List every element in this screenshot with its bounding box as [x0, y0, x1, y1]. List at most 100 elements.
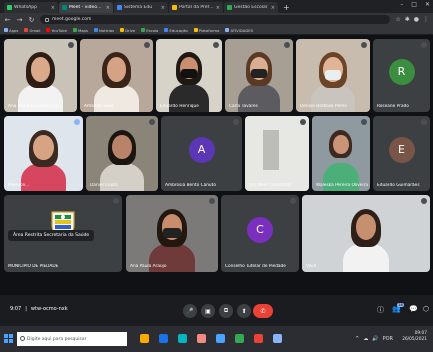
- participant-tile[interactable]: E Eduardo Guimarães: [373, 116, 430, 191]
- pin-icon[interactable]: [74, 119, 80, 125]
- participant-tile[interactable]: A Ambrosia Bento Canuto: [161, 116, 242, 191]
- mic-icon: 🎤: [186, 307, 194, 315]
- pin-icon[interactable]: [113, 198, 119, 204]
- leave-call-button[interactable]: ✆: [253, 304, 273, 318]
- taskbar-app-icon[interactable]: [216, 334, 225, 343]
- bookmark-item[interactable]: Notícias: [93, 28, 114, 33]
- pin-icon[interactable]: [233, 119, 239, 125]
- participant-name: Você: [306, 264, 317, 269]
- participant-name: Carla Tavares: [229, 104, 258, 109]
- bookmark-item[interactable]: ATIVIDADES: [225, 28, 253, 33]
- pin-icon[interactable]: [144, 42, 150, 48]
- people-icon[interactable]: 👥 16: [392, 303, 404, 313]
- bookmark-item[interactable]: YouTube: [46, 28, 67, 33]
- video-feed: [86, 116, 158, 191]
- taskbar-app-icon[interactable]: [254, 334, 263, 343]
- tray-icon[interactable]: ☁: [363, 336, 368, 342]
- back-icon[interactable]: ←: [4, 16, 11, 24]
- bookmark-item[interactable]: Gmail: [24, 28, 40, 33]
- bookmark-item[interactable]: Escola: [141, 28, 158, 33]
- pin-icon[interactable]: [209, 198, 215, 204]
- captions-button[interactable]: ⧉: [219, 304, 233, 318]
- pin-icon[interactable]: [361, 42, 367, 48]
- tab-close-icon[interactable]: ×: [216, 5, 220, 11]
- browser-tab[interactable]: Sistema Edu ×: [114, 2, 168, 13]
- browser-tab[interactable]: Meet - videochamada×: [59, 2, 113, 13]
- end-call-icon: ✆: [260, 307, 266, 315]
- profile-icon[interactable]: ●: [414, 16, 419, 23]
- browser-tab[interactable]: WhatsApp ×: [4, 2, 58, 13]
- tab-close-icon[interactable]: ×: [161, 5, 165, 11]
- taskbar-app-icon[interactable]: [273, 334, 282, 343]
- bookmark-item[interactable]: Apps: [4, 28, 18, 33]
- participant-tile[interactable]: LUCIMAR TEODORO: [245, 116, 309, 191]
- pin-icon[interactable]: [213, 42, 219, 48]
- participant-tile[interactable]: Amanda Silva: [80, 39, 153, 112]
- bookmark-item[interactable]: Educação: [164, 28, 188, 33]
- bookmark-icon: [4, 28, 8, 32]
- forward-icon[interactable]: →: [16, 16, 23, 24]
- menu-icon[interactable]: ⋮: [423, 16, 429, 23]
- pin-icon[interactable]: [421, 198, 427, 204]
- tab-close-icon[interactable]: ×: [51, 5, 55, 11]
- pin-icon[interactable]: [421, 119, 427, 125]
- participant-tile[interactable]: Waleska Pereira Oliveira: [312, 116, 370, 191]
- participant-tile[interactable]: Daniel Couto: [86, 116, 158, 191]
- taskbar-app-icon[interactable]: [197, 334, 206, 343]
- taskbar-app-icon[interactable]: [159, 334, 168, 343]
- participant-name: Ana Paula Fonseca Cru...: [8, 104, 62, 109]
- taskbar-pinned-apps: [140, 334, 282, 343]
- present-button[interactable]: ⬆: [237, 304, 251, 318]
- participant-avatar: C: [247, 216, 273, 243]
- pin-icon[interactable]: [290, 198, 296, 204]
- extensions-icon[interactable]: ✱: [405, 16, 410, 23]
- activities-icon[interactable]: ⬡: [423, 305, 429, 313]
- bookmark-item[interactable]: Plataforma: [193, 28, 219, 33]
- mic-button[interactable]: 🎤: [183, 304, 197, 318]
- participant-tile[interactable]: Ana Paula Araújo: [126, 195, 218, 272]
- maximize-icon[interactable]: □: [411, 1, 417, 8]
- bookmark-item[interactable]: Drive: [120, 28, 135, 33]
- minimize-icon[interactable]: –: [400, 1, 403, 8]
- video-feed: [302, 195, 430, 272]
- tray-icon[interactable]: POR: [383, 336, 393, 342]
- windows-start-icon[interactable]: [4, 334, 13, 343]
- participant-tile[interactable]: R Roseane Prado: [373, 39, 430, 112]
- taskbar-app-icon[interactable]: [178, 334, 187, 343]
- taskbar-search-input[interactable]: Digite aqui para pesquisar: [17, 332, 127, 346]
- participant-tile[interactable]: Ana Paula Fonseca Cru...: [4, 39, 77, 112]
- tray-icon[interactable]: ^: [355, 336, 359, 342]
- participant-tile[interactable]: Denise Barbosa Peres: [296, 39, 370, 112]
- info-icon[interactable]: ⓘ: [377, 305, 384, 315]
- tray-icon[interactable]: 🔊: [372, 336, 378, 342]
- pin-icon[interactable]: [421, 42, 427, 48]
- browser-tab[interactable]: Portal da Prefeitura×: [169, 2, 223, 13]
- address-bar[interactable]: meet.google.com: [40, 15, 391, 24]
- taskbar-clock[interactable]: 09:07 26/05/2021: [402, 331, 427, 343]
- close-window-icon[interactable]: ✕: [425, 1, 430, 8]
- bookmark-item[interactable]: Maps: [72, 28, 88, 33]
- participant-tile[interactable]: Você: [302, 195, 430, 272]
- participant-tile[interactable]: C Conselho Tutelar de Piedade: [221, 195, 299, 272]
- tab-close-icon[interactable]: ×: [271, 5, 275, 11]
- participant-tile[interactable]: Carla Tavares: [225, 39, 293, 112]
- star-icon[interactable]: ☆: [395, 16, 400, 23]
- participant-tile[interactable]: Eduardo Henrique: [156, 39, 222, 112]
- pin-icon[interactable]: [68, 42, 74, 48]
- taskbar-app-icon[interactable]: [235, 334, 244, 343]
- reload-icon[interactable]: ↻: [28, 16, 35, 24]
- pin-icon[interactable]: [361, 119, 367, 125]
- pin-icon[interactable]: [149, 119, 155, 125]
- tab-close-icon[interactable]: ×: [106, 5, 110, 11]
- person-face: [106, 57, 127, 82]
- pin-icon[interactable]: [300, 119, 306, 125]
- taskbar-app-icon[interactable]: [140, 334, 149, 343]
- participant-tile[interactable]: Marluce...: [4, 116, 83, 191]
- pin-icon[interactable]: [284, 42, 290, 48]
- chat-icon[interactable]: 💬: [409, 305, 418, 313]
- caption-tooltip: Área Restrita Secretaria da Saúde: [8, 230, 95, 241]
- browser-tab[interactable]: Gestão Escolar ×: [224, 2, 278, 13]
- camera-button[interactable]: ▣: [201, 304, 215, 318]
- new-tab-button[interactable]: +: [279, 2, 294, 13]
- bookmark-icon: [120, 28, 125, 32]
